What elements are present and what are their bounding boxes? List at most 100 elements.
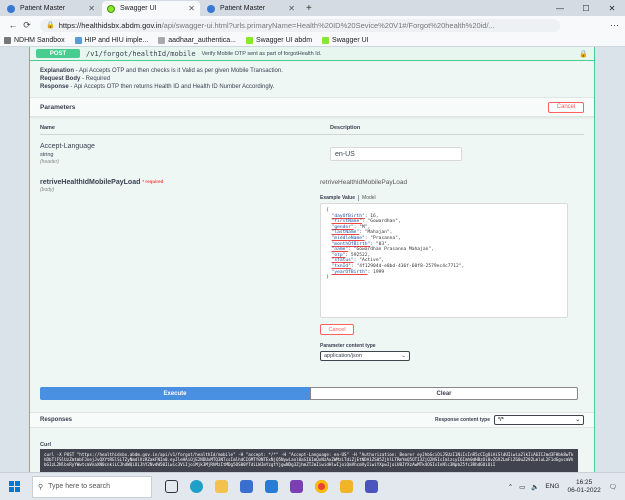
json-key: "middleName" bbox=[331, 235, 365, 241]
close-window-icon[interactable]: ✕ bbox=[599, 0, 625, 16]
teams-icon[interactable] bbox=[360, 476, 382, 498]
close-tab-icon[interactable]: ✕ bbox=[188, 4, 195, 13]
store-icon[interactable] bbox=[235, 476, 257, 498]
responses-title: Responses bbox=[40, 417, 73, 423]
operation-header[interactable]: POST /v1/forgot/healthId/mobile Verify M… bbox=[30, 47, 594, 61]
clock[interactable]: 16:25 06-01-2022 bbox=[567, 479, 600, 495]
mail-icon[interactable] bbox=[260, 476, 282, 498]
cancel-body-button[interactable]: Cancel bbox=[320, 324, 354, 335]
json-key: "firstName" bbox=[331, 219, 362, 225]
parameters-columns: Name Description bbox=[40, 121, 584, 135]
browser-tab-strip: Patient Master ✕ Swagger UI ✕ Patient Ma… bbox=[0, 0, 625, 16]
json-line: } bbox=[326, 275, 329, 281]
bookmark-label: Swagger UI abdm bbox=[256, 36, 313, 44]
method-badge: POST bbox=[36, 49, 80, 58]
request-body-textarea[interactable]: { "dayOfBirth": 16, "firstName": "Goward… bbox=[320, 203, 568, 318]
page-icon bbox=[207, 4, 215, 13]
page-content: POST /v1/forgot/healthId/mobile Verify M… bbox=[0, 47, 625, 472]
desc-text: - Api Accepts OTP then returns Health ID… bbox=[68, 84, 275, 90]
bookmark-swagger-abdm[interactable]: Swagger UI abdm bbox=[246, 36, 313, 44]
json-key: "status" bbox=[331, 258, 354, 264]
refresh-icon[interactable]: ⟳ bbox=[20, 20, 34, 31]
chevron-up-icon[interactable]: ⌃ bbox=[508, 483, 513, 491]
date: 06-01-2022 bbox=[567, 486, 601, 494]
edge-icon[interactable] bbox=[185, 476, 207, 498]
search-placeholder: Type here to search bbox=[48, 483, 111, 490]
minimize-icon[interactable]: — bbox=[547, 0, 573, 16]
start-button[interactable] bbox=[0, 473, 28, 500]
lock-icon: 🔒 bbox=[46, 22, 55, 29]
param-type: string bbox=[40, 152, 54, 158]
col-description: Description bbox=[330, 125, 361, 131]
back-icon[interactable]: ← bbox=[6, 20, 20, 30]
example-tabs: Example Value Model bbox=[320, 195, 376, 201]
system-tray: ⌃ ▭ 🔈 ENG 16:25 06-01-2022 🗨 bbox=[508, 479, 625, 495]
doc-icon bbox=[158, 36, 166, 44]
curl-command: curl -X POST "https://healthidsbx.abdm.g… bbox=[40, 449, 578, 472]
tab-swagger-ui[interactable]: Swagger UI ✕ bbox=[102, 1, 200, 16]
example-value-tab[interactable]: Example Value bbox=[320, 195, 360, 201]
taskbar: ⚲ Type here to search ⌃ ▭ 🔈 ENG 16:25 06… bbox=[0, 472, 625, 500]
parameters-title: Parameters bbox=[40, 103, 76, 111]
chevron-down-icon: ⌄ bbox=[401, 353, 406, 359]
action-buttons: Execute Clear bbox=[40, 387, 578, 400]
bookmark-aadhaar[interactable]: aadhaar_authentica... bbox=[158, 36, 236, 44]
tab-label: Patient Master bbox=[20, 5, 66, 12]
notification-icon[interactable]: 🗨 bbox=[609, 483, 617, 491]
address-bar: ← ⟳ 🔒 https://healthidsbx.abdm.gov.in/ap… bbox=[0, 16, 625, 34]
clear-button[interactable]: Clear bbox=[310, 387, 578, 400]
tab-patient-master-2[interactable]: Patient Master ✕ bbox=[202, 1, 300, 16]
bookmark-swagger[interactable]: Swagger UI bbox=[322, 36, 369, 44]
param-in: (header) bbox=[40, 159, 59, 165]
bookmark-label: Swagger UI bbox=[332, 36, 369, 44]
response-content-type-select[interactable]: */* ⌄ bbox=[494, 415, 584, 425]
parameter-content-type-select[interactable]: application/json ⌄ bbox=[320, 351, 410, 361]
file-explorer-icon[interactable] bbox=[210, 476, 232, 498]
menu-icon[interactable]: ⋯ bbox=[610, 20, 619, 31]
execute-button[interactable]: Execute bbox=[40, 387, 310, 400]
chrome-icon[interactable] bbox=[310, 476, 332, 498]
task-view-icon[interactable] bbox=[160, 476, 182, 498]
bookmark-label: HIP and HIU imple... bbox=[84, 36, 149, 44]
swagger-icon bbox=[246, 36, 253, 44]
bookmarks-bar: NDHM Sandbox HIP and HIU imple... aadhaa… bbox=[0, 34, 625, 47]
model-tab[interactable]: Model bbox=[359, 195, 376, 201]
language-indicator[interactable]: ENG bbox=[545, 483, 559, 490]
taskbar-search[interactable]: ⚲ Type here to search bbox=[32, 475, 152, 498]
volume-icon[interactable]: 🔈 bbox=[531, 483, 539, 491]
desc-label: Explanation bbox=[40, 68, 75, 74]
json-key: "yearOfBirth" bbox=[331, 269, 368, 275]
tab-patient-master-1[interactable]: Patient Master ✕ bbox=[2, 1, 100, 16]
accept-language-input[interactable] bbox=[330, 147, 462, 161]
json-key: "name" bbox=[331, 247, 349, 253]
parameter-content-type-label: Parameter content type bbox=[320, 343, 376, 349]
url-input[interactable]: 🔒 https://healthidsbx.abdm.gov.in/api/sw… bbox=[40, 18, 560, 32]
new-tab-button[interactable]: + bbox=[306, 3, 312, 14]
cancel-try-button[interactable]: Cancel bbox=[548, 101, 584, 113]
curl-label: Curl bbox=[40, 442, 51, 448]
close-tab-icon[interactable]: ✕ bbox=[288, 4, 295, 13]
operation-summary: Verify Mobile OTP sent as part of forgot… bbox=[201, 50, 322, 57]
responses-header: Responses Response content type */* ⌄ bbox=[30, 412, 594, 428]
network-icon[interactable]: ▭ bbox=[519, 483, 525, 491]
tab-label: Swagger UI bbox=[120, 5, 157, 12]
lock-icon[interactable]: 🔒 bbox=[579, 50, 588, 58]
json-key: "monthOfBirth" bbox=[331, 241, 371, 247]
bookmark-ndhm-sandbox[interactable]: NDHM Sandbox bbox=[4, 36, 65, 44]
maximize-icon[interactable]: ☐ bbox=[573, 0, 599, 16]
close-tab-icon[interactable]: ✕ bbox=[88, 4, 95, 13]
taskbar-apps bbox=[160, 476, 385, 498]
param-body: retriveHealthIdMobilePayLoad * required … bbox=[40, 179, 163, 193]
param-name-row: retriveHealthIdMobilePayLoad * required bbox=[40, 179, 163, 186]
body-schema-name: retriveHealthIdMobilePayLoad bbox=[320, 179, 408, 186]
explorer-icon[interactable] bbox=[335, 476, 357, 498]
url-host: https://healthidsbx.abdm.gov.in bbox=[58, 20, 162, 30]
desc-label: Request Body bbox=[40, 76, 81, 82]
window-controls: — ☐ ✕ bbox=[547, 0, 625, 16]
doc-icon bbox=[74, 36, 82, 44]
json-key: "lastName" bbox=[331, 230, 360, 236]
url-path: /api/swagger-ui.html?urls.primaryName=He… bbox=[161, 20, 495, 30]
operation-path: /v1/forgot/healthId/mobile bbox=[86, 49, 196, 58]
bookmark-hip-hiu[interactable]: HIP and HIU imple... bbox=[74, 36, 149, 44]
visual-studio-icon[interactable] bbox=[285, 476, 307, 498]
